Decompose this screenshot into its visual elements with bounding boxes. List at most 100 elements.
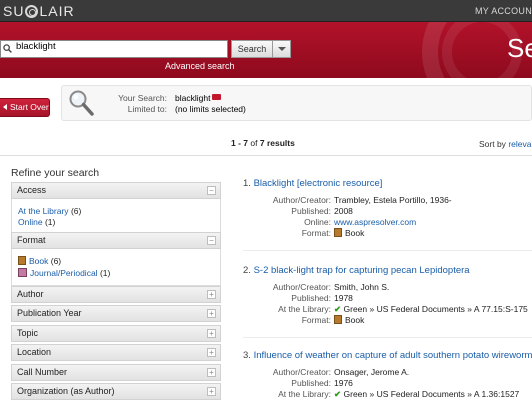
result-published: 1978 [334,293,353,303]
sulair-logo[interactable]: SU LAIR [3,3,75,19]
result-field-label: Format: [301,315,331,325]
facet-item-at-the-library[interactable]: At the Library (6) [18,206,81,216]
result-author: Trambley, Estela Portillo, 1936- [334,195,452,205]
facet-item-label[interactable]: At the Library [18,206,69,216]
sort-dropdown[interactable]: relevan [508,139,532,149]
results-of: of [250,138,258,148]
search-summary [61,85,532,121]
page-title: Se [507,33,532,63]
result-field-label: At the Library: [278,304,331,314]
result-format: Book [334,315,364,325]
result-number: 3. [243,350,251,361]
facet-label: Format [17,235,46,245]
search-icon [3,44,12,53]
facet-format[interactable]: Format − [11,232,221,249]
result-field-label: Author/Creator: [272,282,331,292]
results-suffix: results [266,138,295,148]
facet-label: Publication Year [17,308,82,318]
expand-icon[interactable]: + [207,309,216,318]
facet-item-label[interactable]: Journal/Periodical [30,268,98,278]
my-account-link[interactable]: MY ACCOUN [475,6,532,16]
journal-icon [18,268,27,277]
result-separator [243,250,532,251]
refine-heading: Refine your search [11,167,100,179]
search-button[interactable]: Search [231,40,273,58]
search-input[interactable]: blacklight [0,40,228,58]
location-value: Green » US Federal Documents » A 1.36:15… [343,389,520,399]
result-location: ✔ Green » US Federal Documents » A 1.36:… [334,389,519,400]
facet-access-body [11,199,221,233]
result-title-link[interactable]: Blacklight [electronic resource] [254,178,383,189]
facet-item-label[interactable]: Online [18,217,43,227]
result-title[interactable]: 1. Blacklight [electronic resource] [243,178,382,189]
result-location: ✔ Green » US Federal Documents » A 77.15… [334,304,528,315]
result-number: 2. [243,265,251,276]
expand-icon[interactable]: + [207,368,216,377]
result-published: 2008 [334,206,353,216]
search-header: blacklight Search Advanced search Se [0,22,532,78]
sort-by[interactable]: Sort by relevan [479,139,532,149]
location-value: Green » US Federal Documents » A 77.15:S… [343,304,528,314]
facet-organization[interactable]: Organization (as Author) + [11,383,221,400]
facet-item-count: (6) [50,256,62,266]
format-value: Book [345,228,365,238]
result-format: Book [334,228,364,238]
facet-label: Access [17,185,47,195]
logo-text-left: SU [3,3,25,19]
result-title[interactable]: 3. Influence of weather on capture of ad… [243,350,532,361]
online-link[interactable]: www.aspresolver.com [334,217,416,227]
expand-icon[interactable]: + [207,348,216,357]
your-search-term: blacklight [175,93,211,103]
result-field-label: At the Library: [278,389,331,399]
book-icon [334,315,342,324]
facet-label: Topic [17,328,39,338]
result-author: Onsager, Jerome A. [334,367,410,377]
result-title[interactable]: 2. S-2 black-light trap for capturing pe… [243,265,470,276]
remove-search-icon[interactable] [212,94,222,100]
facet-item-online[interactable]: Online (1) [18,217,55,227]
book-icon [18,256,26,265]
results-count: 1 - 7 of 7 results [231,138,295,148]
facet-access[interactable]: Access − [11,182,221,199]
collapse-icon[interactable]: − [207,186,216,195]
result-field-label: Online: [304,217,331,227]
facet-author[interactable]: Author + [11,286,221,303]
advanced-search-link[interactable]: Advanced search [165,61,235,71]
your-search-label: Your Search: [118,93,167,103]
result-title-link[interactable]: S-2 black-light trap for capturing pecan… [254,265,470,276]
expand-icon[interactable]: + [207,290,216,299]
result-field-label: Author/Creator: [272,367,331,377]
start-over-button[interactable]: Start Over [0,98,50,117]
facet-call-number[interactable]: Call Number + [11,364,221,381]
sort-label: Sort by [479,139,506,149]
start-over-label: Start Over [10,102,49,112]
result-title-link[interactable]: Influence of weather on capture of adult… [254,350,532,361]
facet-topic[interactable]: Topic + [11,325,221,342]
results-total: 7 [259,138,265,148]
expand-icon[interactable]: + [207,387,216,396]
limited-to-value: (no limits selected) [175,104,246,114]
facet-publication-year[interactable]: Publication Year + [11,305,221,322]
top-bar: SU LAIR MY ACCOUN [0,0,532,22]
facet-item-journal[interactable]: Journal/Periodical (1) [18,268,110,278]
facet-location[interactable]: Location + [11,344,221,361]
collapse-icon[interactable]: − [207,236,216,245]
result-field-label: Published: [291,378,331,388]
result-online: www.aspresolver.com [334,217,416,227]
search-field-dropdown[interactable] [273,40,291,58]
available-check-icon: ✔ [334,304,342,314]
results-range: 1 - 7 [231,138,249,148]
expand-icon[interactable]: + [207,329,216,338]
logo-text-right: LAIR [39,3,75,19]
facet-item-count: (6) [70,206,82,216]
available-check-icon: ✔ [334,389,342,399]
arrow-left-icon [3,104,7,110]
facet-label: Organization (as Author) [17,386,115,396]
result-author: Smith, John S. [334,282,390,292]
result-field-label: Published: [291,206,331,216]
result-field-label: Format: [301,228,331,238]
facet-item-book[interactable]: Book (6) [18,256,61,266]
result-published: 1976 [334,378,353,388]
facet-label: Call Number [17,367,68,377]
facet-item-label[interactable]: Book [29,256,48,266]
